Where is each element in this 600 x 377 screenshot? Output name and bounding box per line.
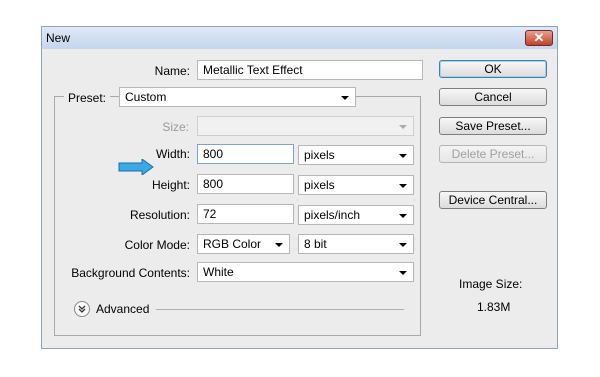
pointer-arrow-icon <box>118 159 154 175</box>
bit-depth-value: 8 bit <box>304 237 327 251</box>
chevron-down-icon <box>399 125 407 129</box>
resolution-unit-select[interactable]: pixels/inch <box>298 205 414 225</box>
color-mode-label: Color Mode: <box>124 238 190 252</box>
device-central-button[interactable]: Device Central... <box>439 191 547 209</box>
chevron-down-icon <box>275 243 283 247</box>
color-mode-select[interactable]: RGB Color <box>197 234 290 254</box>
background-contents-select[interactable]: White <box>197 262 414 282</box>
width-unit-select[interactable]: pixels <box>298 145 414 165</box>
image-size-label: Image Size: <box>459 277 523 291</box>
chevron-down-icon <box>341 96 349 100</box>
new-document-dialog: New ✕ Name: Metallic Text Effect Preset:… <box>41 26 558 349</box>
preset-label: Preset: <box>64 91 111 105</box>
chevron-down-icon <box>399 154 407 158</box>
close-icon: ✕ <box>533 30 545 45</box>
chevron-down-icon <box>399 271 407 275</box>
chevron-down-icon <box>399 243 407 247</box>
width-label: Width: <box>155 147 190 161</box>
ok-button[interactable]: OK <box>439 60 547 78</box>
delete-preset-button: Delete Preset... <box>439 145 547 163</box>
advanced-divider <box>156 309 404 310</box>
color-mode-value: RGB Color <box>203 237 262 251</box>
chevron-down-icon <box>399 184 407 188</box>
title-bar: New ✕ <box>42 27 557 49</box>
width-input[interactable]: 800 <box>197 144 294 164</box>
double-chevron-down-icon <box>78 305 86 313</box>
height-input[interactable]: 800 <box>197 174 294 194</box>
resolution-input[interactable]: 72 <box>197 204 294 224</box>
close-button[interactable]: ✕ <box>525 30 553 46</box>
advanced-label: Advanced <box>96 302 150 316</box>
name-label: Name: <box>154 64 190 78</box>
chevron-down-icon <box>399 214 407 218</box>
height-label: Height: <box>151 178 190 192</box>
bit-depth-select[interactable]: 8 bit <box>298 234 414 254</box>
background-contents-label: Background Contents: <box>71 266 190 280</box>
window-title: New <box>46 31 71 45</box>
preset-value: Custom <box>125 90 167 104</box>
height-unit-select[interactable]: pixels <box>298 175 414 195</box>
width-unit-value: pixels <box>304 148 335 162</box>
background-contents-value: White <box>203 265 234 279</box>
cancel-button[interactable]: Cancel <box>439 88 547 106</box>
preset-select[interactable]: Custom <box>119 87 356 107</box>
size-select <box>197 116 414 136</box>
save-preset-button[interactable]: Save Preset... <box>439 117 547 135</box>
resolution-label: Resolution: <box>129 208 190 222</box>
name-input[interactable]: Metallic Text Effect <box>197 60 423 80</box>
advanced-toggle[interactable] <box>74 301 90 317</box>
image-size-value: 1.83M <box>477 300 511 314</box>
height-unit-value: pixels <box>304 178 335 192</box>
resolution-unit-value: pixels/inch <box>304 208 361 222</box>
size-label: Size: <box>162 120 189 134</box>
